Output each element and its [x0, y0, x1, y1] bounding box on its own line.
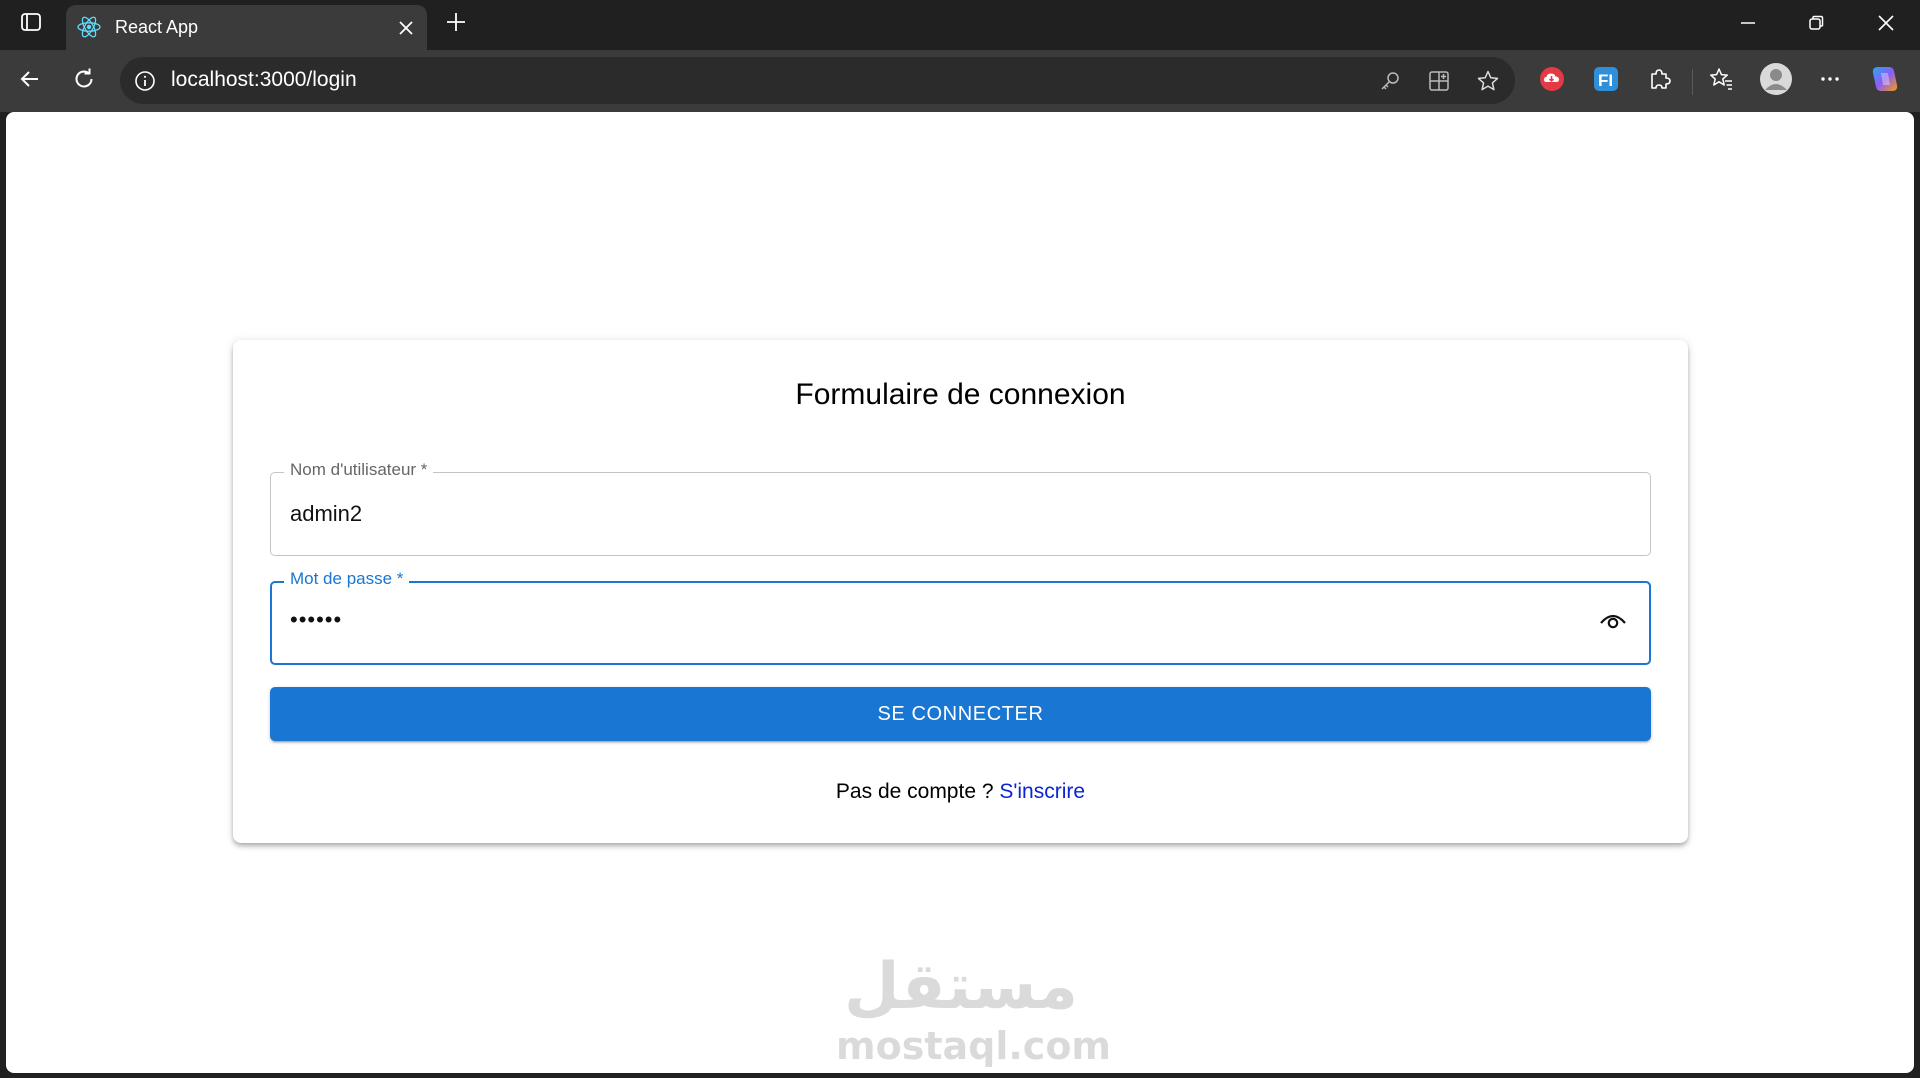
tab-actions-icon — [20, 11, 42, 38]
fi-extension-icon: FI — [1592, 65, 1620, 98]
cloud-extension-icon — [1538, 65, 1566, 98]
signup-link[interactable]: S'inscrire — [999, 780, 1085, 803]
eye-icon — [1598, 606, 1628, 641]
info-icon[interactable] — [132, 68, 158, 94]
back-icon — [18, 67, 42, 96]
app-available-icon[interactable] — [1424, 66, 1454, 96]
svg-text:FI: FI — [1598, 71, 1613, 90]
password-label: Mot de passe * — [284, 569, 410, 589]
close-tab-icon[interactable] — [393, 15, 419, 41]
watermark-arabic-text: مستقل — [843, 950, 1079, 1024]
restore-button[interactable] — [1782, 0, 1850, 50]
browser-toolbar: localhost:3000/login FI — [0, 50, 1920, 112]
login-card: Formulaire de connexion Nom d'utilisateu… — [233, 340, 1688, 843]
copilot-icon — [1869, 63, 1901, 100]
password-input[interactable]: •••••• — [290, 607, 342, 633]
restore-icon — [1807, 14, 1825, 37]
toolbar-divider — [1692, 69, 1693, 95]
password-field[interactable]: Mot de passe * •••••• — [270, 569, 1651, 665]
mostaql-watermark: مستقل mostaql.com — [836, 950, 1112, 1072]
back-button[interactable] — [11, 63, 49, 99]
fi-extension-button[interactable]: FI — [1587, 63, 1625, 99]
plus-icon — [445, 11, 467, 38]
tab-title: React App — [115, 17, 199, 37]
react-logo-icon — [76, 14, 102, 40]
more-icon — [1818, 67, 1842, 96]
url-text[interactable]: localhost:3000/login — [171, 68, 357, 92]
close-window-button[interactable] — [1852, 0, 1920, 50]
more-button[interactable] — [1811, 63, 1849, 99]
watermark-latin-text: mostaql.com — [836, 1024, 1112, 1068]
reload-button[interactable] — [65, 63, 103, 99]
tab-strip: React App — [0, 0, 1920, 50]
page-viewport: Formulaire de connexion Nom d'utilisateu… — [6, 112, 1914, 1073]
minimize-button[interactable] — [1714, 0, 1782, 50]
username-input[interactable] — [270, 472, 1651, 556]
extensions-button[interactable] — [1641, 63, 1679, 99]
favorites-icon — [1708, 66, 1734, 97]
key-icon[interactable] — [1375, 66, 1405, 96]
password-outline — [270, 581, 1651, 665]
login-submit-button[interactable]: SE CONNECTER — [270, 687, 1651, 741]
tab-actions-menu-button[interactable] — [12, 8, 50, 40]
address-bar[interactable]: localhost:3000/login — [120, 57, 1515, 104]
favorite-star-icon[interactable] — [1473, 66, 1503, 96]
profile-avatar-icon — [1759, 62, 1793, 101]
minimize-icon — [1739, 14, 1757, 37]
new-tab-button[interactable] — [438, 8, 474, 40]
signup-prompt-text: Pas de compte ? — [835, 780, 1000, 803]
login-title: Formulaire de connexion — [795, 378, 1126, 411]
favorites-button[interactable] — [1702, 63, 1740, 99]
toggle-password-visibility-button[interactable] — [1593, 603, 1633, 643]
active-tab[interactable]: React App — [66, 5, 427, 50]
signup-prompt: Pas de compte ? S'inscrire — [233, 780, 1688, 804]
reload-icon — [72, 67, 96, 96]
cloud-extension-button[interactable] — [1533, 63, 1571, 99]
profile-button[interactable] — [1757, 62, 1795, 101]
extensions-puzzle-icon — [1647, 66, 1673, 97]
username-field[interactable]: Nom d'utilisateur * — [270, 460, 1651, 556]
copilot-button[interactable] — [1866, 63, 1904, 99]
close-icon — [1877, 14, 1895, 37]
